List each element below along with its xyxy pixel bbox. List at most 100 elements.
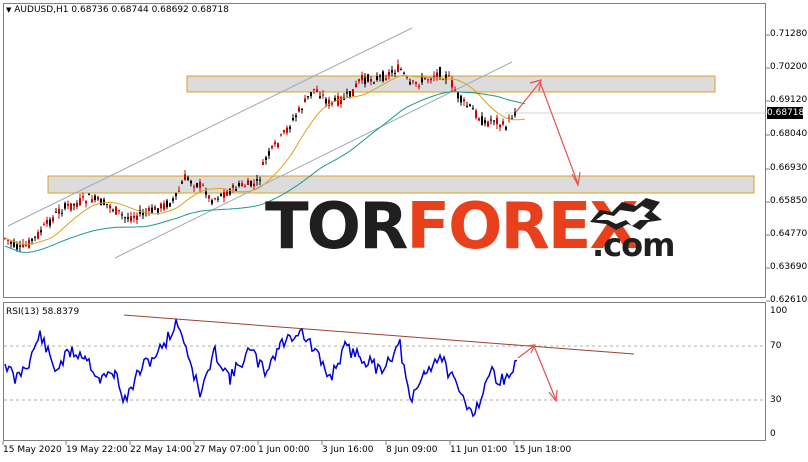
candle-body (43, 224, 45, 226)
candle-body (238, 183, 240, 187)
candle-body (181, 181, 183, 184)
time-axis-label: 15 Jun 18:00 (514, 445, 572, 455)
candle-body (109, 205, 111, 209)
price-axis-label: 0.70200 (770, 62, 808, 72)
candle-body (325, 98, 327, 104)
time-axis-label: 19 May 22:00 (66, 445, 128, 455)
candle-body (175, 193, 177, 197)
candle-body (55, 211, 57, 213)
candle-body (457, 92, 459, 99)
candle-body (286, 127, 288, 133)
candle-body (223, 192, 225, 198)
rsi-trend-line (123, 314, 635, 355)
price-axis-label: 0.63690 (770, 262, 808, 272)
candle-body (184, 174, 186, 181)
candle-body (79, 198, 81, 205)
candle-body (100, 198, 102, 206)
candle-body (193, 186, 195, 188)
candle-body (442, 79, 444, 81)
candle-body (214, 198, 216, 200)
candle-body (58, 208, 60, 214)
time-axis-label: 8 Jun 09:00 (386, 445, 438, 455)
candle-body (496, 117, 498, 125)
candle-body (46, 220, 48, 224)
candle-body (121, 214, 123, 216)
candle-body (481, 116, 483, 126)
candle-body (397, 64, 399, 72)
candle-body (94, 195, 96, 200)
candle-body (265, 157, 267, 160)
candle-body (124, 217, 126, 219)
candle-body (130, 216, 132, 222)
candle-body (16, 244, 18, 250)
candle-body (490, 119, 492, 121)
candle-body (313, 88, 315, 90)
candle-body (49, 219, 51, 226)
candle-body (208, 195, 210, 199)
candle-body (154, 206, 156, 210)
candle-body (358, 79, 360, 82)
candle-body (196, 183, 198, 188)
candle-body (28, 239, 30, 248)
candle-body (205, 191, 207, 195)
candle-body (493, 120, 495, 122)
candle-body (187, 177, 189, 180)
candle-body (487, 121, 489, 127)
candle-body (277, 142, 279, 148)
candle-body (115, 206, 117, 215)
rsi-axis-label: 100 (770, 306, 788, 316)
candle-body (310, 92, 312, 97)
candle-body (250, 180, 252, 186)
candle-body (346, 92, 348, 94)
candle-body (352, 89, 354, 97)
candle-body (259, 179, 261, 181)
price-axis-label: 0.68040 (770, 129, 808, 139)
candle-body (385, 78, 387, 80)
candle-body (64, 203, 66, 209)
rsi-axis-label: 70 (770, 341, 782, 351)
candle-body (166, 200, 168, 208)
price-axis-label: 0.66930 (770, 163, 808, 173)
candle-body (379, 75, 381, 77)
candle-body (118, 210, 120, 212)
candle-body (283, 130, 285, 133)
price-axis-label: 0.71280 (770, 29, 808, 39)
candle-body (475, 110, 477, 118)
candle-body (439, 67, 441, 77)
time-axis-label: 27 May 07:00 (194, 445, 256, 455)
time-axis-label: 11 Jun 01:00 (450, 445, 508, 455)
candle-body (484, 120, 486, 124)
candle-body (151, 207, 153, 213)
candle-body (502, 121, 504, 125)
candle-body (133, 215, 135, 218)
candle-body (91, 199, 93, 203)
rsi-header: RSI(13) 58.8379 (6, 307, 80, 317)
candle-body (52, 217, 54, 222)
candle-body (463, 99, 465, 102)
candle-body (340, 97, 342, 105)
symbol-label: AUDUSD,H1 (14, 5, 69, 15)
candle-body (361, 75, 363, 81)
ohlc-values: 0.68736 0.68744 0.68692 0.68718 (71, 5, 229, 15)
triangle-down-icon[interactable]: ▼ (6, 6, 11, 14)
candle-body (169, 203, 171, 207)
candle-body (295, 115, 297, 118)
candle-body (472, 108, 474, 110)
rsi-line (4, 319, 518, 418)
candle-body (226, 191, 228, 196)
current-price-badge: 0.68718 (767, 107, 805, 119)
candle-body (70, 203, 72, 211)
candle-body (388, 71, 390, 76)
candle-body (148, 207, 150, 211)
candle-body (400, 69, 402, 71)
candle-body (349, 91, 351, 98)
candle-body (31, 238, 33, 241)
candle-body (211, 200, 213, 204)
candle-body (106, 203, 108, 205)
candle-body (376, 76, 378, 81)
candle-body (34, 236, 36, 238)
candle-body (412, 80, 414, 82)
candle-body (19, 245, 21, 247)
candle-body (274, 142, 276, 145)
candle-body (316, 89, 318, 93)
